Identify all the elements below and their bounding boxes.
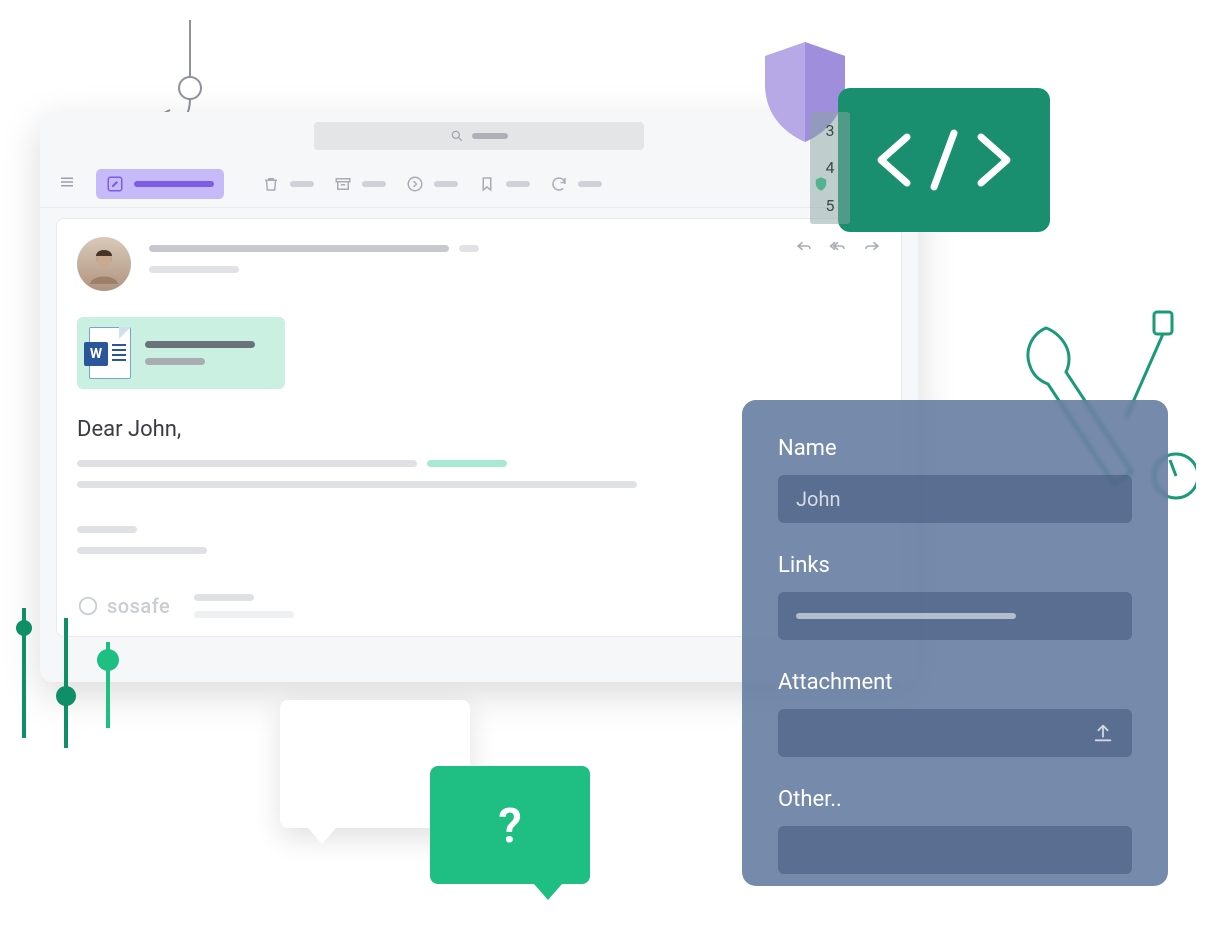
refresh-button[interactable] <box>550 175 602 193</box>
email-attachment[interactable]: W <box>77 317 285 389</box>
attachment-filename <box>145 341 255 348</box>
sender-avatar[interactable] <box>77 237 131 291</box>
other-label: Other.. <box>778 787 1132 812</box>
template-form-panel: Name John Links Attachment Other.. <box>742 400 1168 886</box>
sender-meta <box>459 245 479 252</box>
trash-button[interactable] <box>262 175 314 193</box>
refresh-icon <box>550 175 568 193</box>
name-label: Name <box>778 436 1132 461</box>
attachment-size <box>145 358 205 365</box>
forward-button[interactable] <box>863 237 881 291</box>
bookmark-button[interactable] <box>478 175 530 193</box>
other-input[interactable] <box>778 826 1132 874</box>
attachment-label: Attachment <box>778 670 1132 695</box>
menu-button[interactable] <box>58 173 76 195</box>
upload-icon <box>1092 722 1114 744</box>
sliders-icon <box>6 608 136 758</box>
reply-all-button[interactable] <box>829 237 847 291</box>
signature-line <box>194 611 294 618</box>
search-placeholder <box>472 133 508 139</box>
archive-button[interactable] <box>334 175 386 193</box>
bookmark-icon <box>478 175 496 193</box>
word-document-icon: W <box>89 327 131 379</box>
signature-line <box>194 594 254 601</box>
code-line-numbers: 3 4 5 <box>810 112 850 224</box>
address-search-bar[interactable] <box>314 122 644 150</box>
compose-button[interactable] <box>96 169 224 199</box>
chat-bubble-question: ? <box>430 766 590 884</box>
arrow-circle-icon <box>406 175 424 193</box>
sender-address <box>149 266 239 273</box>
code-badge-icon <box>838 88 1050 232</box>
links-input[interactable] <box>778 592 1132 640</box>
name-input[interactable]: John <box>778 475 1132 523</box>
links-label: Links <box>778 553 1132 578</box>
attachment-upload[interactable] <box>778 709 1132 757</box>
compose-label <box>134 181 214 187</box>
archive-icon <box>334 175 352 193</box>
search-icon <box>450 129 464 143</box>
app-toolbar <box>40 160 918 208</box>
move-button[interactable] <box>406 175 458 193</box>
trash-icon <box>262 175 280 193</box>
reply-button[interactable] <box>795 237 813 291</box>
compose-icon <box>106 175 124 193</box>
sender-name <box>149 245 449 252</box>
